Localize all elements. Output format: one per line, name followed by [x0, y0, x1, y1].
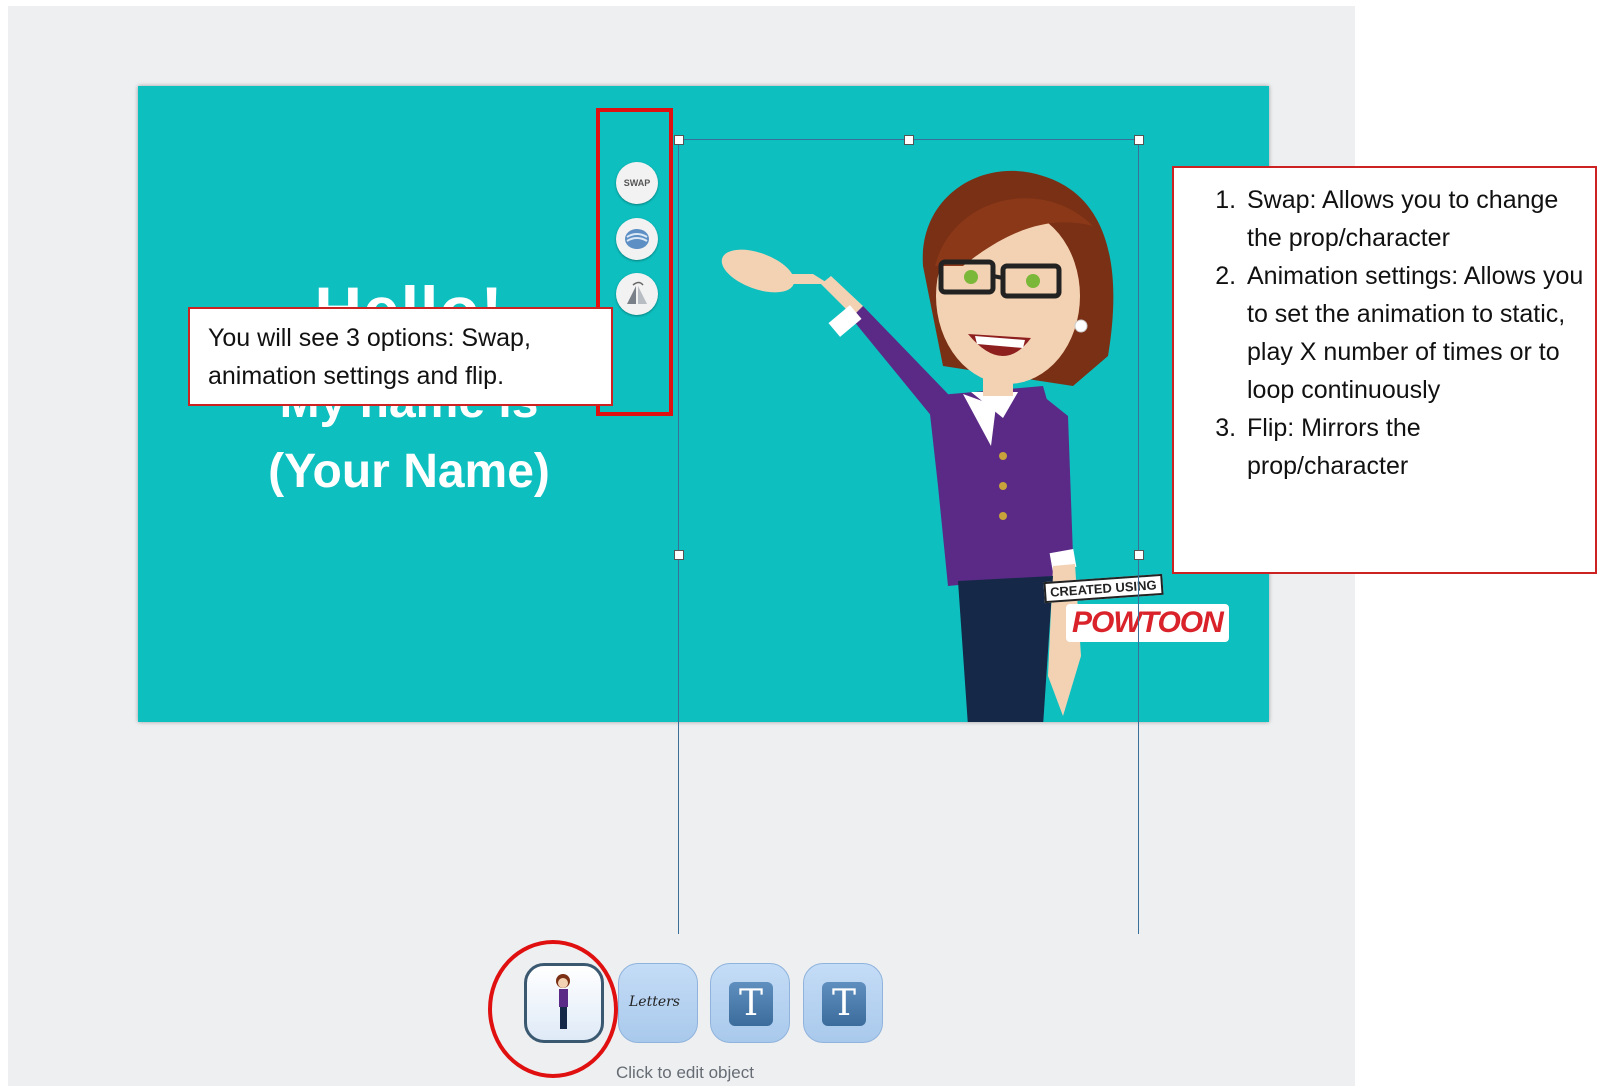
timeline-caption: Click to edit object: [616, 1063, 754, 1082]
annotation-circle-character: [488, 940, 618, 1078]
resize-handle-middle-right[interactable]: [1134, 550, 1144, 560]
selection-border-left: [678, 139, 679, 934]
selection-border-right: [1138, 139, 1139, 934]
callout-three-options-text: You will see 3 options: Swap, animation …: [208, 324, 531, 390]
callout-item-flip: Flip: Mirrors the prop/character: [1243, 409, 1587, 485]
text-t-icon: T: [822, 982, 866, 1026]
callout-item-swap: Swap: Allows you to change the prop/char…: [1243, 181, 1587, 257]
timeline-item-text-2[interactable]: T: [803, 963, 883, 1043]
slide-text-your-name[interactable]: (Your Name): [224, 444, 594, 499]
callout-item-animation: Animation settings: Allows you to set th…: [1243, 257, 1587, 409]
watermark-brand: POWTOON: [1066, 604, 1229, 642]
watermark-created-using: CREATED USING: [1043, 573, 1164, 604]
resize-handle-top-left[interactable]: [674, 135, 684, 145]
callout-three-options: You will see 3 options: Swap, animation …: [188, 307, 613, 406]
timeline-item-letters[interactable]: Letters: [618, 963, 698, 1043]
resize-handle-middle-left[interactable]: [674, 550, 684, 560]
resize-handle-top-center[interactable]: [904, 135, 914, 145]
timeline-item-text-1[interactable]: T: [710, 963, 790, 1043]
powtoon-watermark: CREATED USING POWTOON: [1043, 573, 1229, 658]
resize-handle-top-right[interactable]: [1134, 135, 1144, 145]
callout-options-explained: Swap: Allows you to change the prop/char…: [1172, 166, 1597, 574]
text-t-icon: T: [729, 982, 773, 1026]
letters-thumbnail-label: Letters: [629, 994, 680, 1010]
